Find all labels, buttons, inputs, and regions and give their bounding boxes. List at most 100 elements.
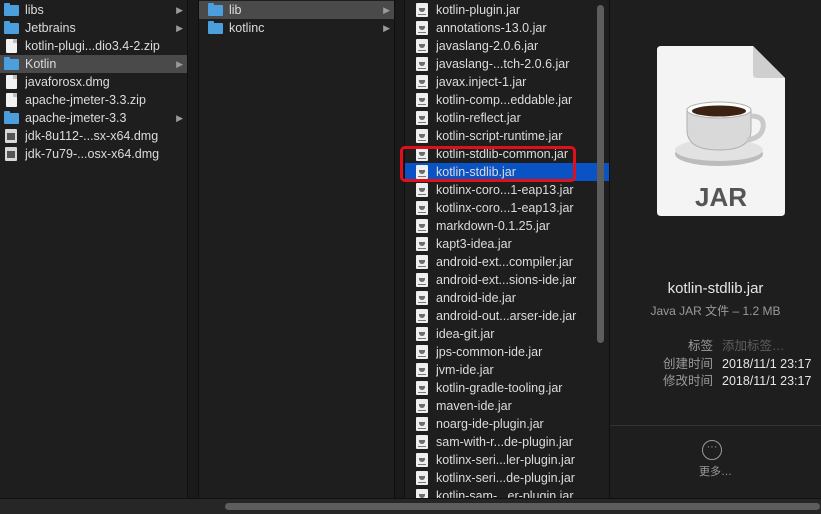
file-name: kapt3-idea.jar xyxy=(436,237,512,251)
file-name: android-ext...sions-ide.jar xyxy=(436,273,577,287)
jar-file-icon xyxy=(413,19,431,37)
info-row-modified: 修改时间 2018/11/1 23:17 xyxy=(610,372,821,390)
file-list-item[interactable]: kotlin-gradle-tooling.jar xyxy=(405,379,609,397)
jar-file-icon xyxy=(413,397,431,415)
preview-divider xyxy=(610,425,821,426)
jar-file-icon xyxy=(413,325,431,343)
file-list-item[interactable]: android-ext...compiler.jar xyxy=(405,253,609,271)
jar-file-icon xyxy=(413,271,431,289)
file-list-item[interactable]: kotlin-plugi...dio3.4-2.zip xyxy=(0,37,187,55)
file-name: android-out...arser-ide.jar xyxy=(436,309,577,323)
vertical-scrollbar[interactable] xyxy=(597,5,604,343)
file-list-item[interactable]: libs ▶ xyxy=(0,1,187,19)
file-list-item[interactable]: jps-common-ide.jar xyxy=(405,343,609,361)
file-list-item[interactable]: jdk-8u112-...sx-x64.dmg xyxy=(0,127,187,145)
file-list-item[interactable]: android-out...arser-ide.jar xyxy=(405,307,609,325)
file-list-item[interactable]: javaforosx.dmg xyxy=(0,73,187,91)
browser-column-2[interactable]: lib ▶ kotlinc ▶ xyxy=(199,0,395,498)
column-gap xyxy=(188,0,199,498)
file-list-item[interactable]: jdk-7u79-...osx-x64.dmg xyxy=(0,145,187,163)
jar-file-icon xyxy=(413,379,431,397)
document-icon xyxy=(2,91,20,109)
file-list-item[interactable]: kotlin-plugin.jar xyxy=(405,1,609,19)
more-button[interactable]: ··· xyxy=(702,440,722,460)
tags-label: 标签 xyxy=(687,339,713,353)
file-list-item[interactable]: javax.inject-1.jar xyxy=(405,73,609,91)
file-name: jdk-8u112-...sx-x64.dmg xyxy=(25,129,159,143)
file-list-item[interactable]: kapt3-idea.jar xyxy=(405,235,609,253)
disk-image-icon xyxy=(2,145,20,163)
file-list-item[interactable]: kotlinx-seri...de-plugin.jar xyxy=(405,469,609,487)
chevron-right-icon: ▶ xyxy=(383,23,390,33)
file-list-item[interactable]: apache-jmeter-3.3 ▶ xyxy=(0,109,187,127)
more-label[interactable]: 更多… xyxy=(610,463,821,479)
jar-file-icon xyxy=(413,55,431,73)
info-row-tags: 标签 添加标签… xyxy=(610,337,821,355)
jar-file-icon xyxy=(413,235,431,253)
jar-file-icon xyxy=(413,451,431,469)
file-list-item[interactable]: Kotlin ▶ xyxy=(0,55,187,73)
jar-file-icon xyxy=(413,433,431,451)
preview-file-kind: Java JAR 文件 – 1.2 MB xyxy=(650,304,781,318)
info-row-created: 创建时间 2018/11/1 23:17 xyxy=(610,355,821,373)
file-list-item[interactable]: noarg-ide-plugin.jar xyxy=(405,415,609,433)
preview-pane: JAR kotlin-stdlib.jar Java JAR 文件 – 1.2 … xyxy=(610,0,821,498)
file-list-item[interactable]: kotlin-reflect.jar xyxy=(405,109,609,127)
file-list-item[interactable]: annotations-13.0.jar xyxy=(405,19,609,37)
file-list-item[interactable]: apache-jmeter-3.3.zip xyxy=(0,91,187,109)
file-list-item[interactable]: Jetbrains ▶ xyxy=(0,19,187,37)
horizontal-scrollbar-track[interactable] xyxy=(0,498,821,514)
file-name: apache-jmeter-3.3 xyxy=(25,111,127,125)
chevron-right-icon: ▶ xyxy=(176,113,183,123)
file-list: lib ▶ kotlinc ▶ xyxy=(199,0,394,37)
file-list-item[interactable]: javaslang-2.0.6.jar xyxy=(405,37,609,55)
file-name: kotlin-plugi...dio3.4-2.zip xyxy=(25,39,160,53)
browser-column-1[interactable]: libs ▶ Jetbrains ▶ kotlin-plugi...dio3.4-2.z… xyxy=(0,0,188,498)
file-list-item[interactable]: kotlin-comp...eddable.jar xyxy=(405,91,609,109)
jar-file-icon xyxy=(413,343,431,361)
file-list-item[interactable]: kotlinx-coro...1-eap13.jar xyxy=(405,199,609,217)
jar-file-icon xyxy=(413,199,431,217)
file-name: lib xyxy=(229,3,242,17)
chevron-right-icon: ▶ xyxy=(176,5,183,15)
browser-column-3[interactable]: kotlin-plugin.jar annotations-13.0.jar jav… xyxy=(405,0,610,498)
jar-file-icon xyxy=(413,487,431,498)
file-name: kotlinx-coro...1-eap13.jar xyxy=(436,201,574,215)
file-name: kotlinx-seri...ler-plugin.jar xyxy=(436,453,575,467)
file-list-item[interactable]: kotlinx-coro...1-eap13.jar xyxy=(405,181,609,199)
file-list-item[interactable]: kotlinc ▶ xyxy=(199,19,394,37)
file-list-item[interactable]: idea-git.jar xyxy=(405,325,609,343)
file-list-item[interactable]: sam-with-r...de-plugin.jar xyxy=(405,433,609,451)
chevron-right-icon: ▶ xyxy=(383,5,390,15)
file-list-item[interactable]: jvm-ide.jar xyxy=(405,361,609,379)
modified-label: 修改时间 xyxy=(662,374,713,388)
jar-file-icon xyxy=(413,127,431,145)
jar-file-icon xyxy=(413,361,431,379)
file-name: noarg-ide-plugin.jar xyxy=(436,417,544,431)
file-name: kotlin-script-runtime.jar xyxy=(436,129,563,143)
file-list-item[interactable]: javaslang-...tch-2.0.6.jar xyxy=(405,55,609,73)
file-list-item[interactable]: lib ▶ xyxy=(199,1,394,19)
file-list-item[interactable]: markdown-0.1.25.jar xyxy=(405,217,609,235)
jar-file-icon xyxy=(413,469,431,487)
jar-file-icon: JAR xyxy=(657,46,785,216)
file-name: kotlin-gradle-tooling.jar xyxy=(436,381,563,395)
file-name: annotations-13.0.jar xyxy=(436,21,547,35)
folder-icon xyxy=(206,19,224,37)
file-list-item[interactable]: maven-ide.jar xyxy=(405,397,609,415)
file-list-item[interactable]: kotlin-sam-...er-plugin.jar xyxy=(405,487,609,498)
jar-file-icon xyxy=(413,217,431,235)
file-name: kotlinx-coro...1-eap13.jar xyxy=(436,183,574,197)
file-list-item[interactable]: android-ext...sions-ide.jar xyxy=(405,271,609,289)
file-name: sam-with-r...de-plugin.jar xyxy=(436,435,573,449)
tags-input[interactable]: 添加标签… xyxy=(722,337,785,355)
folder-icon xyxy=(2,55,20,73)
jar-file-icon xyxy=(413,307,431,325)
jar-file-icon xyxy=(413,73,431,91)
file-list-item[interactable]: kotlinx-seri...ler-plugin.jar xyxy=(405,451,609,469)
file-list-item[interactable]: android-ide.jar xyxy=(405,289,609,307)
horizontal-scrollbar-thumb[interactable] xyxy=(225,503,820,510)
chevron-right-icon: ▶ xyxy=(176,59,183,69)
jar-file-icon xyxy=(413,37,431,55)
file-list-item[interactable]: kotlin-script-runtime.jar xyxy=(405,127,609,145)
